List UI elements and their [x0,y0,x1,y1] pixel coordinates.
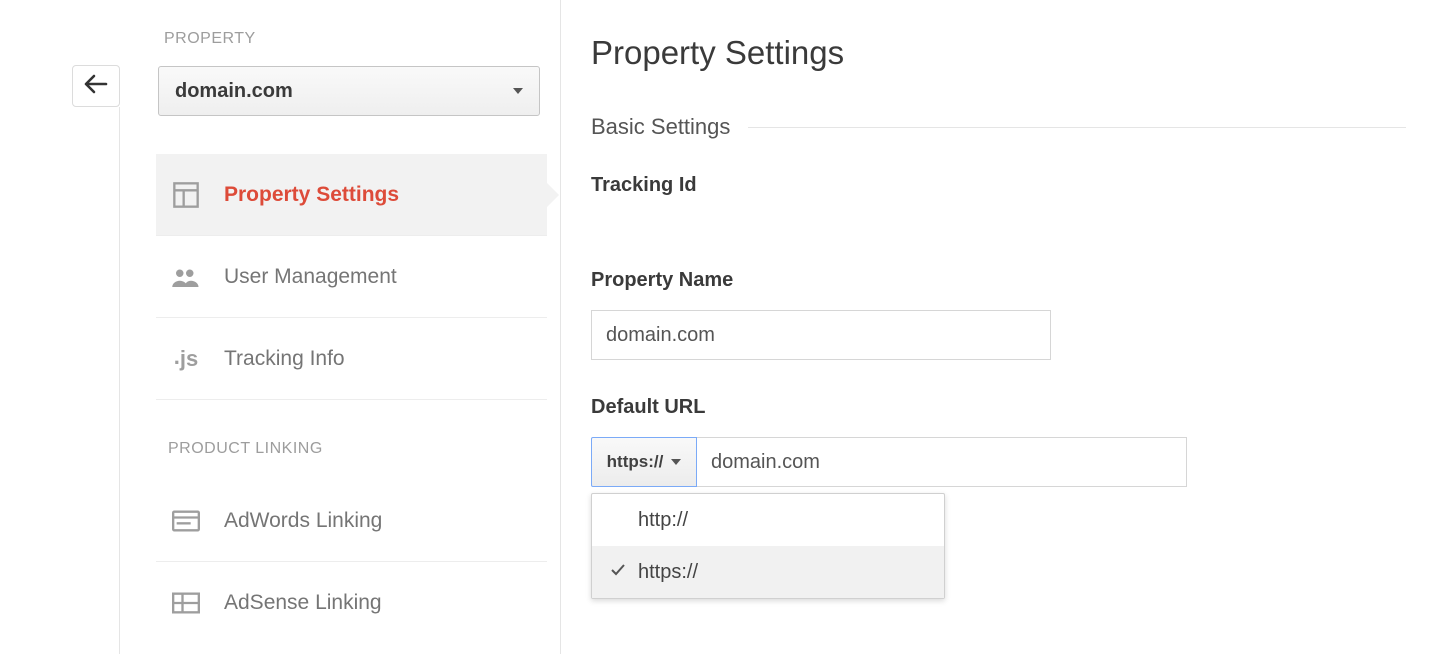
nav-item-tracking-info[interactable]: .js Tracking Info [156,318,547,400]
page-title: Property Settings [591,34,1406,72]
property-name-input[interactable] [591,310,1051,360]
back-button[interactable] [72,65,120,107]
protocol-menu: http:// https:// [591,493,945,599]
panel-icon [170,179,202,211]
nav-item-property-settings[interactable]: Property Settings [156,154,547,236]
protocol-select[interactable]: https:// [591,437,697,487]
property-dropdown-label: domain.com [175,80,293,103]
fieldset-divider [748,127,1406,128]
card-icon [170,505,202,537]
nav-item-label: Property Settings [224,183,399,207]
nav-item-label: User Management [224,265,397,289]
protocol-option-label: http:// [638,509,688,532]
property-dropdown[interactable]: domain.com [158,66,540,116]
nav-item-label: AdSense Linking [224,591,382,615]
nav-item-label: Tracking Info [224,347,345,371]
fieldset-label-text: Basic Settings [591,114,730,140]
caret-down-icon [513,88,523,94]
js-icon: .js [170,343,202,375]
fieldset-basic-settings: Basic Settings [591,114,1406,140]
caret-down-icon [671,459,681,465]
check-icon [610,561,628,584]
label-property-name: Property Name [591,269,1406,292]
protocol-option-https[interactable]: https:// [592,546,944,598]
table-icon [170,587,202,619]
label-tracking-id: Tracking Id [591,174,1406,197]
users-icon [170,261,202,293]
default-url-input[interactable] [697,437,1187,487]
protocol-option-http[interactable]: http:// [592,494,944,546]
section-label-product-linking: PRODUCT LINKING [156,430,547,476]
nav-item-user-management[interactable]: User Management [156,236,547,318]
back-arrow-icon [84,74,108,99]
nav-item-adsense-linking[interactable]: AdSense Linking [156,562,547,644]
protocol-option-label: https:// [638,561,698,584]
nav-item-label: AdWords Linking [224,509,382,533]
section-label-property: PROPERTY [156,20,547,66]
sidebar-divider [119,107,120,654]
protocol-select-label: https:// [607,452,664,472]
label-default-url: Default URL [591,396,1406,419]
nav-item-adwords-linking[interactable]: AdWords Linking [156,480,547,562]
